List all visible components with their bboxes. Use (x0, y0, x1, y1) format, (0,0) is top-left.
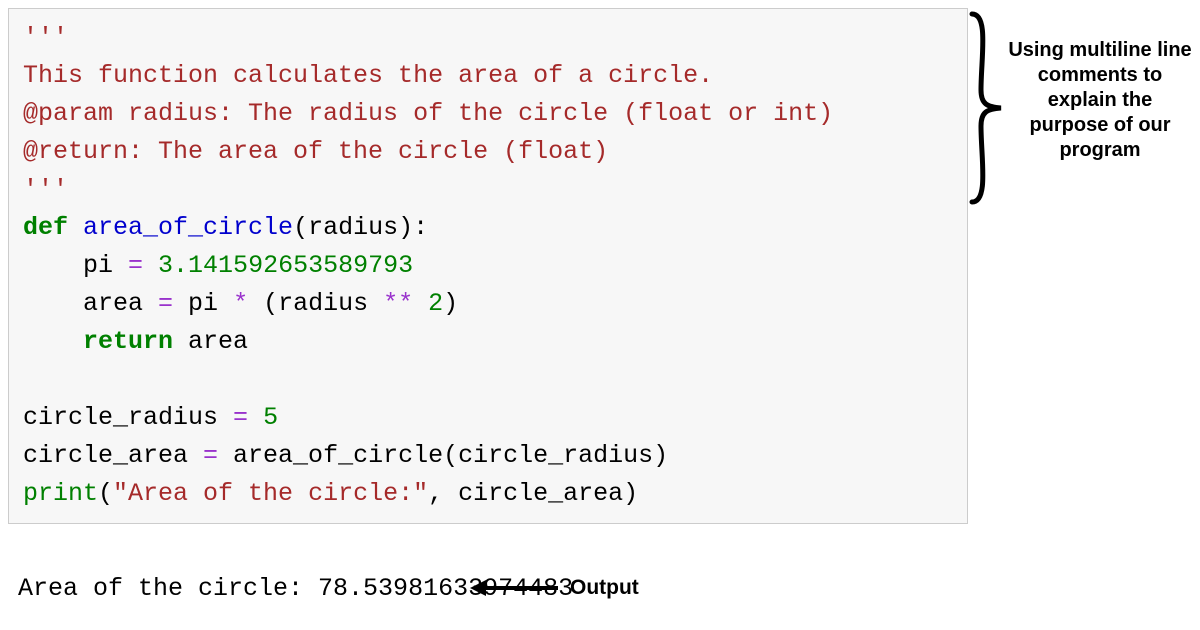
function-name: area_of_circle (68, 213, 293, 242)
power-op: ** (383, 289, 413, 318)
star-op: * (233, 289, 248, 318)
expr-pi: pi (173, 289, 233, 318)
docstring-param: @param radius: The radius of the circle … (23, 99, 833, 128)
indent (23, 327, 83, 356)
print-builtin: print (23, 479, 98, 508)
code-block: ''' This function calculates the area of… (8, 8, 968, 524)
return-keyword: return (83, 327, 173, 356)
funcall: area_of_circle(circle_radius) (218, 441, 668, 470)
print-string: "Area of the circle:" (113, 479, 428, 508)
indent (23, 289, 83, 318)
def-keyword: def (23, 213, 68, 242)
expr-two: 2 (413, 289, 443, 318)
circle-radius-var: circle_radius (23, 403, 233, 432)
output-label: Output (570, 576, 639, 600)
area-var: area (83, 289, 158, 318)
docstring-open: ''' (23, 23, 68, 52)
arrow-left-icon (470, 576, 560, 600)
paren-close-colon: ): (398, 213, 428, 242)
curly-brace-icon (967, 10, 1007, 206)
pi-value: 3.141592653589793 (143, 251, 413, 280)
paren-open: ( (98, 479, 113, 508)
equals: = (158, 289, 173, 318)
print-rest: , circle_area) (428, 479, 638, 508)
equals: = (233, 403, 248, 432)
pi-var: pi (83, 251, 128, 280)
paren-open: ( (293, 213, 308, 242)
indent (23, 251, 83, 280)
docstring-line: This function calculates the area of a c… (23, 61, 713, 90)
return-var: area (173, 327, 248, 356)
docstring-close: ''' (23, 175, 68, 204)
docstring-return: @return: The area of the circle (float) (23, 137, 608, 166)
circle-area-var: circle_area (23, 441, 203, 470)
equals: = (203, 441, 218, 470)
paren-open: ( (248, 289, 278, 318)
equals: = (128, 251, 143, 280)
expr-radius: radius (278, 289, 383, 318)
comment-annotation-label: Using multiline line comments to explain… (1006, 38, 1194, 163)
output-annotation: Output (470, 576, 639, 600)
circle-radius-val: 5 (248, 403, 278, 432)
param-radius: radius (308, 213, 398, 242)
paren-close: ) (443, 289, 458, 318)
